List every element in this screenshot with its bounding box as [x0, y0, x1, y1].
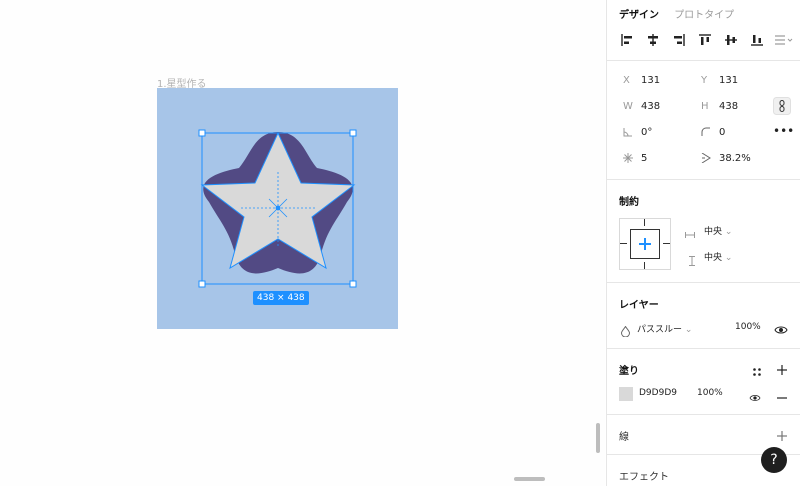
constraints-section: 制約 中央 ⌄ 中央 ⌄ — [607, 179, 800, 283]
constraint-inner-box[interactable] — [630, 229, 660, 259]
tab-prototype[interactable]: プロトタイプ — [674, 6, 734, 21]
layer-section: レイヤー パススルー ⌄ 100% — [607, 282, 800, 349]
horizontal-constraint-icon — [685, 225, 695, 244]
constraints-title: 制約 — [619, 197, 639, 208]
blend-mode-value: パススルー — [637, 325, 683, 335]
fill-visibility-eye-icon[interactable] — [749, 388, 761, 407]
eye-icon[interactable] — [774, 321, 788, 340]
vertical-scrollbar[interactable] — [596, 423, 600, 453]
w-value[interactable]: 438 — [641, 101, 660, 112]
vertical-constraint-value: 中央 — [704, 253, 723, 263]
resize-handle-bottom-left — [198, 280, 206, 288]
distribute-icon[interactable] — [773, 32, 795, 48]
blend-drop-icon — [620, 322, 631, 341]
align-right-icon[interactable] — [671, 32, 687, 48]
blend-mode-dropdown[interactable]: パススルー ⌄ — [637, 322, 692, 335]
size-badge: 438 × 438 — [253, 291, 309, 305]
resize-handle-top-left — [198, 129, 206, 137]
align-center-v-icon[interactable] — [723, 32, 739, 48]
asterisk-icon — [623, 153, 637, 166]
constraint-widget[interactable] — [619, 218, 671, 270]
star-shape[interactable] — [197, 128, 359, 290]
x-label: X — [623, 75, 630, 86]
geometry-section: X 131 Y 131 W 438 H 438 0° 0 ••• 5 38.2% — [607, 60, 800, 180]
y-label: Y — [701, 75, 708, 86]
rotation-icon — [623, 127, 637, 140]
corner-radius-icon — [701, 127, 715, 140]
horizontal-constraint-dropdown[interactable]: 中央 ⌄ — [704, 224, 732, 237]
star-points-value[interactable]: 5 — [641, 153, 647, 164]
style-grid-icon[interactable] — [752, 362, 762, 381]
y-value[interactable]: 131 — [719, 75, 738, 86]
x-value[interactable]: 131 — [641, 75, 660, 86]
panel-tabs: デザイン プロトタイプ — [619, 6, 746, 21]
effects-title: エフェクト — [619, 472, 669, 483]
ratio-icon — [701, 152, 715, 166]
alignment-toolbar — [617, 32, 797, 50]
rotation-value[interactable]: 0° — [641, 127, 652, 138]
star-ratio-value[interactable]: 38.2% — [719, 153, 751, 164]
fill-color-swatch[interactable] — [619, 387, 633, 401]
tab-design[interactable]: デザイン — [619, 6, 659, 21]
h-value[interactable]: 438 — [719, 101, 738, 112]
fill-title: 塗り — [619, 366, 639, 377]
horizontal-constraint-value: 中央 — [704, 227, 723, 237]
help-button[interactable]: ? — [761, 447, 787, 473]
resize-handle-top-right — [349, 129, 357, 137]
canvas[interactable]: 1.星型作る 438 × 438 — [0, 0, 605, 486]
vertical-constraint-dropdown[interactable]: 中央 ⌄ — [704, 250, 732, 263]
more-options-icon[interactable]: ••• — [773, 123, 794, 141]
resize-handle-bottom-right — [349, 280, 357, 288]
align-top-icon[interactable] — [697, 32, 713, 48]
add-fill-icon[interactable] — [776, 361, 788, 380]
corner-radius-value[interactable]: 0 — [719, 127, 725, 138]
panel-header: デザイン プロトタイプ — [607, 0, 800, 61]
chevron-down-icon: ⌄ — [684, 325, 693, 335]
fill-hex-value[interactable]: D9D9D9 — [639, 388, 677, 398]
align-bottom-icon[interactable] — [749, 32, 765, 48]
design-panel: デザイン プロトタイプ X 131 Y 131 W 438 H 438 0° 0… — [606, 0, 800, 486]
chevron-down-icon: ⌄ — [724, 227, 733, 237]
constrain-proportions-icon[interactable] — [773, 97, 791, 115]
align-left-icon[interactable] — [619, 32, 635, 48]
align-center-h-icon[interactable] — [645, 32, 661, 48]
remove-fill-icon[interactable] — [776, 388, 788, 407]
fill-section: 塗り D9D9D9 100% — [607, 348, 800, 415]
w-label: W — [623, 101, 633, 112]
layer-title: レイヤー — [619, 300, 659, 311]
stroke-title: 線 — [619, 432, 629, 443]
vertical-constraint-icon — [687, 251, 697, 270]
h-label: H — [701, 101, 709, 112]
add-stroke-icon[interactable] — [776, 427, 788, 446]
horizontal-scrollbar[interactable] — [514, 477, 545, 481]
fill-opacity-value[interactable]: 100% — [697, 388, 723, 398]
layer-opacity[interactable]: 100% — [735, 322, 761, 332]
chevron-down-icon: ⌄ — [724, 253, 733, 263]
